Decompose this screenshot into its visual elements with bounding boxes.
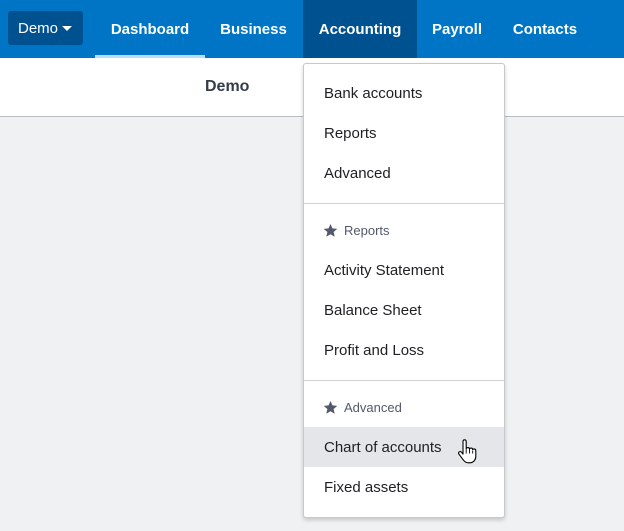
- org-switcher-label: Demo: [18, 19, 59, 37]
- star-icon: [323, 223, 338, 237]
- menu-item-activity-statement[interactable]: Activity Statement: [304, 250, 504, 290]
- menu-item-balance-sheet[interactable]: Balance Sheet: [304, 290, 504, 330]
- org-switcher-button[interactable]: Demo: [8, 11, 83, 45]
- star-icon: [323, 400, 338, 414]
- menu-item-advanced[interactable]: Advanced: [304, 153, 504, 193]
- menu-divider: [304, 203, 504, 204]
- menu-item-profit-and-loss[interactable]: Profit and Loss: [304, 330, 504, 370]
- section-label: Advanced: [344, 399, 402, 415]
- nav-tab-business[interactable]: Business: [205, 0, 302, 58]
- section-header-advanced: Advanced: [304, 392, 504, 422]
- menu-item-fixed-assets[interactable]: Fixed assets: [304, 467, 504, 507]
- menu-divider: [304, 380, 504, 381]
- top-navigation-bar: Demo Dashboard Business Accounting Payro…: [0, 0, 624, 58]
- caret-down-icon: [62, 26, 73, 31]
- section-header-reports: Reports: [304, 215, 504, 245]
- page-title: Demo: [205, 78, 250, 95]
- menu-item-bank-accounts[interactable]: Bank accounts: [304, 73, 504, 113]
- section-label: Reports: [344, 222, 390, 238]
- menu-item-reports[interactable]: Reports: [304, 113, 504, 153]
- nav-tab-dashboard[interactable]: Dashboard: [95, 0, 205, 58]
- hand-pointer-cursor-icon: [458, 439, 477, 464]
- nav-tab-accounting[interactable]: Accounting: [303, 0, 417, 58]
- nav-tab-contacts[interactable]: Contacts: [497, 0, 593, 58]
- nav-tab-payroll[interactable]: Payroll: [417, 0, 497, 58]
